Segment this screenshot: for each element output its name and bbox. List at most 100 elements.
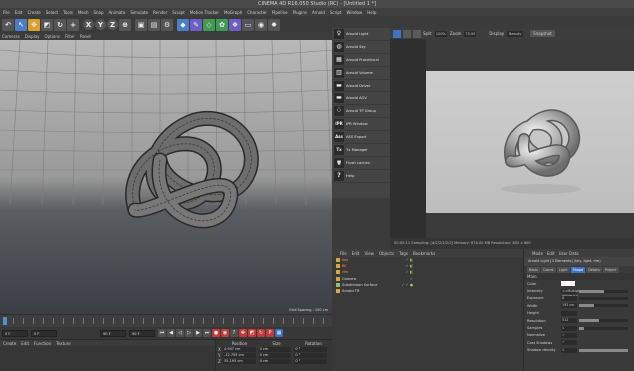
menu-item-help[interactable]: Help bbox=[367, 10, 376, 15]
render-view-icon[interactable]: ▣ bbox=[135, 18, 147, 31]
prev-key-icon[interactable]: ◀ bbox=[167, 329, 175, 337]
coord-size-field[interactable]: 0 cm bbox=[258, 346, 292, 352]
coord-rot-field[interactable]: 0 ° bbox=[294, 358, 328, 364]
menu-item-plugins[interactable]: Plugins bbox=[293, 10, 307, 15]
z-axis-icon[interactable]: Z bbox=[107, 19, 118, 30]
scale-icon[interactable]: ◩ bbox=[41, 18, 53, 31]
play-icon[interactable]: ▷ bbox=[185, 329, 193, 337]
object-name[interactable]: fill bbox=[342, 264, 346, 268]
menu-item-script[interactable]: Script bbox=[330, 10, 342, 15]
zoom-field[interactable]: 75.00 bbox=[464, 30, 477, 37]
arnold-menu-item[interactable]: ▥ Arnold Volume bbox=[332, 67, 390, 80]
object-menu-file[interactable]: File bbox=[340, 251, 347, 256]
light-icon[interactable]: ✸ bbox=[268, 18, 280, 31]
object-menu-bookmarks[interactable]: Bookmarks bbox=[413, 251, 435, 256]
attribute-menu-mode[interactable]: Mode bbox=[532, 251, 543, 256]
material-menu-edit[interactable]: Edit bbox=[21, 341, 29, 346]
arnold-menu-item[interactable]: Tx Tx Manager bbox=[332, 144, 390, 157]
object-menu-objects[interactable]: Objects bbox=[379, 251, 394, 256]
menu-item-simulate[interactable]: Simulate bbox=[130, 10, 148, 15]
arnold-menu-item[interactable]: ⁘ Arnold TP Group bbox=[332, 105, 390, 119]
arnold-menu-item[interactable]: ♀ Arnold Light bbox=[332, 28, 390, 41]
undo-icon[interactable]: ↶ bbox=[2, 18, 14, 31]
attribute-value-field[interactable]: <<Multiple Values>> bbox=[561, 288, 581, 298]
menu-item-file[interactable]: File bbox=[3, 10, 10, 15]
object-name[interactable]: Arnold TR bbox=[342, 289, 359, 293]
tab-shape[interactable]: Shape bbox=[570, 266, 586, 273]
camera-icon[interactable]: ◉ bbox=[255, 18, 267, 31]
play-reverse-icon[interactable]: ◁ bbox=[176, 329, 184, 337]
arnold-menu-item[interactable]: ◍ Arnold Sky bbox=[332, 41, 390, 54]
position-key-icon[interactable]: ✥ bbox=[239, 329, 247, 337]
menu-item-arnold[interactable]: Arnold bbox=[312, 10, 325, 15]
attribute-menu-user-data[interactable]: User Data bbox=[559, 251, 579, 256]
coordinate-system-icon[interactable]: ⊕ bbox=[119, 18, 131, 31]
timeline-ruler[interactable] bbox=[3, 318, 329, 324]
object-name[interactable]: Subdivision Surface bbox=[342, 283, 377, 287]
scale-key-icon[interactable]: ◩ bbox=[248, 329, 256, 337]
object-tags[interactable]: ✓ bbox=[410, 277, 413, 281]
live-selection-icon[interactable]: ↖ bbox=[15, 18, 27, 31]
cube-icon[interactable]: ◆ bbox=[177, 18, 189, 31]
viewport-menu-cameras[interactable]: Cameras bbox=[2, 34, 20, 39]
menu-item-window[interactable]: Window bbox=[347, 10, 363, 15]
object-name[interactable]: key bbox=[342, 258, 348, 262]
spline-pen-icon[interactable]: ✎ bbox=[190, 18, 202, 31]
move-icon[interactable]: ✥ bbox=[28, 18, 40, 31]
coord-pos-field[interactable]: 35.193 cm bbox=[223, 358, 256, 364]
attribute-value-field[interactable]: 512 bbox=[561, 318, 577, 324]
material-menu-function[interactable]: Function bbox=[34, 341, 51, 346]
object-menu-edit[interactable]: Edit bbox=[352, 251, 360, 256]
record-keys-icon[interactable]: ● bbox=[212, 329, 220, 337]
menu-item-mograph[interactable]: MoGraph bbox=[224, 10, 242, 15]
keyframe-selection-icon[interactable]: ? bbox=[230, 329, 238, 337]
menu-item-mesh[interactable]: Mesh bbox=[78, 10, 89, 15]
object-tags[interactable]: ✓ ◧ bbox=[405, 258, 413, 262]
recent-tool-icon[interactable]: + bbox=[67, 18, 79, 31]
coord-size-field[interactable]: 0 cm bbox=[258, 358, 292, 364]
arnold-menu-item[interactable]: ? Help bbox=[332, 170, 390, 183]
viewport-menu-filter[interactable]: Filter bbox=[65, 34, 75, 39]
ipr-pause-icon[interactable] bbox=[403, 29, 411, 38]
attribute-value-field[interactable]: 0 bbox=[561, 295, 577, 301]
attribute-slider[interactable] bbox=[579, 289, 628, 293]
attribute-slider[interactable] bbox=[579, 296, 628, 300]
attribute-value-field[interactable]: ✓ bbox=[561, 340, 577, 346]
arnold-menu-item[interactable]: ▬ Arnold AOV bbox=[332, 92, 390, 106]
goto-start-icon[interactable]: ⏮ bbox=[158, 329, 166, 337]
viewport-menu-options[interactable]: Options bbox=[45, 34, 60, 39]
coord-pos-field[interactable]: -12.755 cm bbox=[223, 352, 256, 358]
y-axis-icon[interactable]: Y bbox=[95, 19, 106, 30]
start-frame-field[interactable]: 0 F bbox=[2, 329, 28, 337]
tab-basic[interactable]: Basic bbox=[527, 266, 540, 273]
attribute-slider[interactable] bbox=[579, 319, 628, 323]
timeline[interactable] bbox=[0, 314, 332, 327]
max-frame-field[interactable]: 90 F bbox=[129, 329, 155, 337]
current-frame-field[interactable]: 0 F bbox=[31, 329, 57, 337]
menu-item-snap[interactable]: Snap bbox=[93, 10, 103, 15]
arnold-menu-item[interactable]: ▬ Arnold Driver bbox=[332, 80, 390, 93]
attribute-value-field[interactable] bbox=[561, 310, 577, 316]
x-axis-icon[interactable]: X bbox=[83, 19, 94, 30]
array-icon[interactable]: ✿ bbox=[216, 18, 228, 31]
menu-item-character[interactable]: Character bbox=[247, 10, 267, 15]
rotate-icon[interactable]: ↻ bbox=[54, 18, 66, 31]
object-menu-tags[interactable]: Tags bbox=[399, 251, 408, 256]
arnold-menu-item[interactable]: Ass ASS Export bbox=[332, 131, 390, 145]
menu-item-render[interactable]: Render bbox=[153, 10, 167, 15]
attribute-slider[interactable] bbox=[579, 326, 628, 330]
attribute-value-field[interactable]: ✓ bbox=[561, 332, 577, 338]
attribute-slider[interactable] bbox=[579, 304, 628, 308]
subdivision-icon[interactable]: ◇ bbox=[203, 18, 215, 31]
tab-coord[interactable]: Coord. bbox=[540, 266, 557, 273]
material-menu-create[interactable]: Create bbox=[3, 341, 16, 346]
menu-item-sculpt[interactable]: Sculpt bbox=[172, 10, 185, 15]
coord-rot-field[interactable]: 0 ° bbox=[294, 346, 328, 352]
coord-pos-field[interactable]: 4.947 cm bbox=[223, 346, 256, 352]
object-name[interactable]: Camera bbox=[342, 277, 356, 281]
timeline-playhead[interactable] bbox=[3, 317, 7, 325]
menu-item-pipeline[interactable]: Pipeline bbox=[272, 10, 288, 15]
attribute-menu-edit[interactable]: Edit bbox=[547, 251, 555, 256]
object-tags[interactable]: ✓ ◧ bbox=[405, 264, 413, 268]
next-key-icon[interactable]: ▶ bbox=[194, 329, 202, 337]
